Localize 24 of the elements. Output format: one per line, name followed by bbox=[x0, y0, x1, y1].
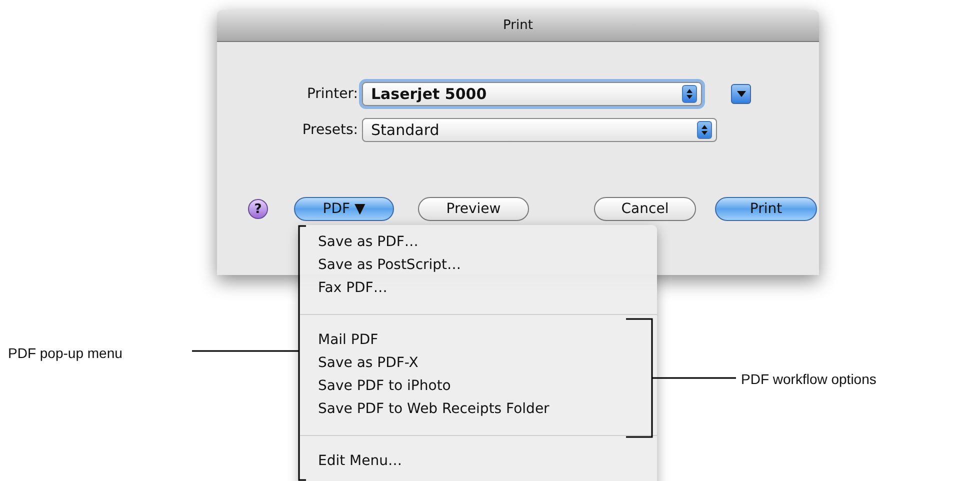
menu-item[interactable]: Edit Menu… bbox=[300, 450, 657, 473]
menu-item[interactable]: Save PDF to Web Receipts Folder bbox=[300, 398, 657, 421]
menu-item[interactable]: Mail PDF bbox=[300, 329, 657, 352]
popup-menu[interactable]: Laserjet 5000 bbox=[362, 82, 702, 106]
field-label: Printer: bbox=[306, 84, 359, 104]
callout-label: PDF workflow options bbox=[741, 370, 876, 389]
menu-item[interactable]: Fax PDF… bbox=[300, 277, 657, 300]
push-button[interactable]: PDF ▼ bbox=[294, 197, 394, 221]
stepper-icon bbox=[682, 85, 697, 103]
push-button[interactable]: Print bbox=[715, 197, 817, 221]
menu-item[interactable]: Save PDF to iPhoto bbox=[300, 375, 657, 398]
disclosure-button[interactable] bbox=[731, 84, 751, 104]
help-button[interactable]: ? bbox=[248, 199, 268, 219]
menu-item[interactable]: Save as PDF-X bbox=[300, 352, 657, 375]
window-title: Print bbox=[503, 16, 533, 35]
stepper-icon bbox=[697, 121, 712, 139]
popup-menu[interactable]: Standard bbox=[362, 118, 717, 142]
push-button[interactable]: Cancel bbox=[594, 197, 696, 221]
menu-item[interactable]: Save as PostScript… bbox=[300, 254, 657, 277]
field-label: Presets: bbox=[301, 120, 359, 140]
menu-item[interactable]: Save as PDF… bbox=[300, 231, 657, 254]
callout-label: PDF pop-up menu bbox=[8, 344, 122, 363]
triangle-icon bbox=[736, 91, 746, 97]
push-button[interactable]: Preview bbox=[418, 197, 529, 221]
